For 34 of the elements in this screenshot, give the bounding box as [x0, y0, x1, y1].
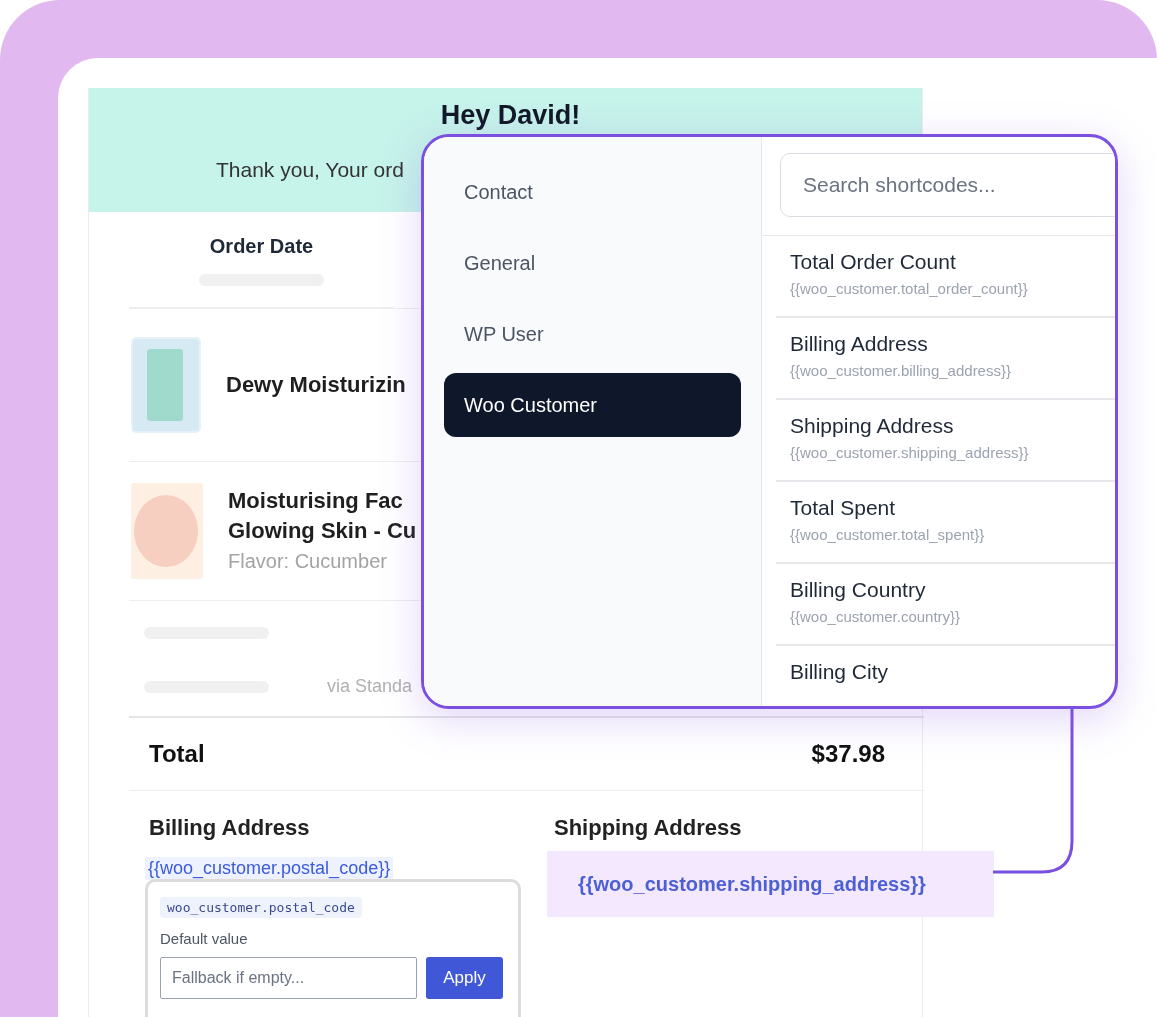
shortcode-tag[interactable]: {{woo_customer.shipping_address}}: [547, 851, 994, 917]
product-variant: Flavor: Cucumber: [228, 549, 388, 574]
shortcode-tag[interactable]: {{woo_customer.postal_code}}: [145, 857, 394, 880]
field-label: Default value: [160, 930, 248, 947]
category-item[interactable]: General: [444, 231, 741, 295]
shortcode-title[interactable]: Billing City: [790, 660, 1115, 684]
category-item[interactable]: WP User: [444, 302, 741, 366]
shortcode-code: woo_customer.postal_code: [160, 897, 362, 918]
shortcode-title[interactable]: Total Order Count: [790, 250, 1115, 274]
shortcode-title[interactable]: Billing Address: [790, 332, 1115, 356]
shortcode-code: {{woo_customer.country}}: [790, 608, 962, 625]
payment-note: via Standa: [327, 676, 413, 697]
billing-title: Billing Address: [149, 815, 310, 841]
total-label: Total: [149, 740, 205, 768]
total-amount: $37.98: [811, 740, 885, 768]
shortcode-title[interactable]: Total Spent: [790, 496, 1115, 520]
shortcode-code: {{woo_customer.shipping_address}}: [790, 444, 1030, 461]
default-value-field[interactable]: Fallback if empty...: [160, 957, 417, 999]
shortcode-title[interactable]: Shipping Address: [790, 414, 1115, 438]
category-item[interactable]: Woo Customer: [444, 373, 741, 437]
product-title: Dewy Moisturizin: [226, 371, 406, 399]
product-title: Moisturising Fac: [228, 487, 404, 515]
apply-button[interactable]: Apply: [426, 957, 503, 999]
shortcode-code: {{woo_customer.billing_address}}: [790, 362, 1012, 379]
product-title: Glowing Skin - Cu: [228, 517, 417, 545]
column-label: Order Date: [209, 235, 314, 258]
shortcode-code: {{woo_customer.total_order_count}}: [790, 280, 1029, 297]
category-item[interactable]: Contact: [444, 160, 741, 224]
greeting-heading: Hey David!: [439, 100, 582, 131]
shortcode-code: {{woo_customer.total_spent}}: [790, 526, 986, 543]
shortcode-title[interactable]: Billing Country: [790, 578, 1115, 602]
shipping-title: Shipping Address: [554, 815, 742, 841]
search-field[interactable]: Search shortcodes...: [780, 153, 1115, 217]
order-message: Thank you, Your ord: [216, 158, 404, 182]
